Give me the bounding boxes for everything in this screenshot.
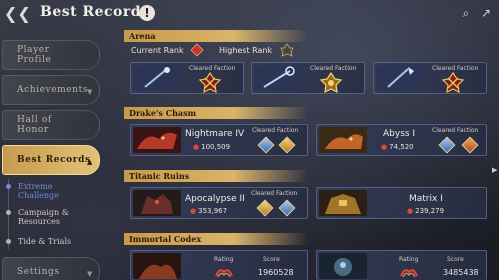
chevron-down-icon: ▼ xyxy=(87,270,93,278)
faction-emblem-icon xyxy=(320,72,342,94)
current-rank-label: Current Rank xyxy=(131,46,184,55)
arena-card[interactable]: Cleared Faction xyxy=(130,62,244,94)
titan-portrait-icon xyxy=(133,190,181,216)
highest-rank-badge-icon xyxy=(280,43,294,57)
cleared-faction-label: Cleared Faction xyxy=(189,65,236,72)
sub-item-label: Campaign & Resources xyxy=(18,208,69,226)
dragon-portrait-icon xyxy=(133,127,181,153)
damage-value: ● 100,509 xyxy=(193,143,230,151)
cleared-faction-label: Cleared Faction xyxy=(252,127,299,134)
weapon-icon xyxy=(376,65,424,91)
stage-name: Nightmare IV xyxy=(185,129,245,139)
arena-card[interactable]: Cleared Faction xyxy=(373,62,487,94)
cleared-faction-label: Cleared Faction xyxy=(432,127,479,134)
weapon-icon xyxy=(133,65,181,91)
info-icon[interactable]: ! xyxy=(139,5,155,21)
section-header-arena: Arena xyxy=(124,30,308,42)
section-header-drakes-chasm: Drake's Chasm xyxy=(124,107,308,119)
sidebar-item-label: Player Profile xyxy=(17,45,52,65)
blood-drop-icon: ● xyxy=(190,207,197,215)
chevron-down-icon: ▼ xyxy=(87,88,93,96)
rating-label: Rating xyxy=(214,256,234,263)
weapon-icon xyxy=(254,65,302,91)
sub-item-label: Extreme Challenge xyxy=(18,182,59,200)
cleared-faction-label: Cleared Faction xyxy=(432,65,479,72)
score-label: Score xyxy=(263,256,280,263)
cleared-faction-label: Cleared Faction xyxy=(310,65,357,72)
section-header-immortal-codex: Immortal Codex xyxy=(124,233,308,245)
drakes-chasm-card[interactable]: Nightmare IV ● 100,509 Cleared Faction xyxy=(130,124,308,156)
blood-drop-icon: ● xyxy=(407,207,414,215)
stage-name: Matrix I xyxy=(409,194,443,204)
sidebar-item-achievements[interactable]: Achievements ▼ xyxy=(2,75,100,105)
rating-icon xyxy=(215,269,233,278)
damage-value-text: 100,509 xyxy=(201,143,231,151)
titanic-ruins-card[interactable]: Matrix I ● 239,279 xyxy=(316,187,487,219)
page-title: Best Records xyxy=(40,4,150,20)
current-rank-badge-icon xyxy=(190,43,204,57)
score-value: 3485438 xyxy=(443,268,479,277)
bullet-icon xyxy=(6,210,11,215)
sidebar: Player Profile Achievements ▼ Hall of Ho… xyxy=(0,34,106,280)
faction-emblem-icon xyxy=(442,72,464,94)
bullet-icon xyxy=(6,184,11,189)
sidebar-item-settings[interactable]: Settings ▼ xyxy=(2,257,100,280)
sidebar-item-best-records[interactable]: Best Records ▲ xyxy=(2,145,100,175)
sub-item-tide-trials[interactable]: Tide & Trials xyxy=(6,237,100,246)
faction-gem-icon xyxy=(461,136,479,154)
sidebar-item-label: Achievements xyxy=(17,85,89,95)
damage-value-text: 239,279 xyxy=(415,207,445,215)
titan-portrait-icon xyxy=(319,190,367,216)
faction-gem-icon xyxy=(278,136,296,154)
damage-value-text: 74,520 xyxy=(389,143,414,151)
faction-gem-icon xyxy=(438,136,456,154)
sidebar-item-hall-of-honor[interactable]: Hall of Honor xyxy=(2,110,100,140)
faction-emblem-icon xyxy=(199,72,221,94)
score-value: 1960528 xyxy=(258,268,294,277)
damage-value-text: 353,967 xyxy=(198,207,228,215)
highest-rank-label: Highest Rank xyxy=(219,46,273,55)
faction-gem-icon xyxy=(257,136,275,154)
boss-portrait-icon xyxy=(133,253,181,279)
score-label: Score xyxy=(447,256,464,263)
zoom-icon[interactable]: ⌕ xyxy=(457,4,475,22)
bullet-icon xyxy=(6,239,11,244)
sidebar-item-label: Settings xyxy=(17,267,60,277)
section-header-titanic-ruins: Titanic Ruins xyxy=(124,170,308,182)
sidebar-item-label: Best Records xyxy=(17,155,91,165)
sidebar-item-label: Hall of Honor xyxy=(17,115,52,135)
sidebar-item-player-profile[interactable]: Player Profile xyxy=(2,40,100,70)
exit-icon[interactable]: ↗ xyxy=(477,4,495,22)
titanic-ruins-card[interactable]: Apocalypse II ● 353,967 Cleared Faction xyxy=(130,187,308,219)
sub-item-label: Tide & Trials xyxy=(18,237,72,246)
sub-item-campaign-resources[interactable]: Campaign & Resources xyxy=(6,208,100,226)
damage-value: ● 239,279 xyxy=(407,207,444,215)
cleared-faction-label: Cleared Faction xyxy=(251,190,298,197)
dragon-portrait-icon xyxy=(319,127,367,153)
blood-drop-icon: ● xyxy=(193,143,200,151)
stage-name: Apocalypse II xyxy=(185,194,245,204)
faction-gem-icon xyxy=(256,199,274,217)
immortal-codex-card[interactable]: Rating Score 1960528 xyxy=(130,250,308,280)
faction-gem-icon xyxy=(278,199,296,217)
blood-drop-icon: ● xyxy=(381,143,388,151)
boss-portrait-icon xyxy=(319,253,367,279)
damage-value: ● 74,520 xyxy=(381,143,414,151)
arena-card[interactable]: Cleared Faction xyxy=(251,62,365,94)
stage-name: Abyss I xyxy=(383,129,416,139)
rating-icon xyxy=(400,269,418,278)
top-bar: ❮❮ Best Records ! ⌕ ↗ xyxy=(0,0,499,28)
chevron-up-icon: ▲ xyxy=(87,158,93,166)
back-arrow-icon[interactable]: ❮❮ xyxy=(4,4,31,24)
immortal-codex-card[interactable]: Rating Score 3485438 xyxy=(316,250,487,280)
sub-item-extreme-challenge[interactable]: Extreme Challenge xyxy=(6,182,100,200)
scroll-right-icon[interactable]: ▶ xyxy=(492,166,497,174)
rating-label: Rating xyxy=(399,256,419,263)
drakes-chasm-card[interactable]: Abyss I ● 74,520 Cleared Faction xyxy=(316,124,487,156)
damage-value: ● 353,967 xyxy=(190,207,227,215)
